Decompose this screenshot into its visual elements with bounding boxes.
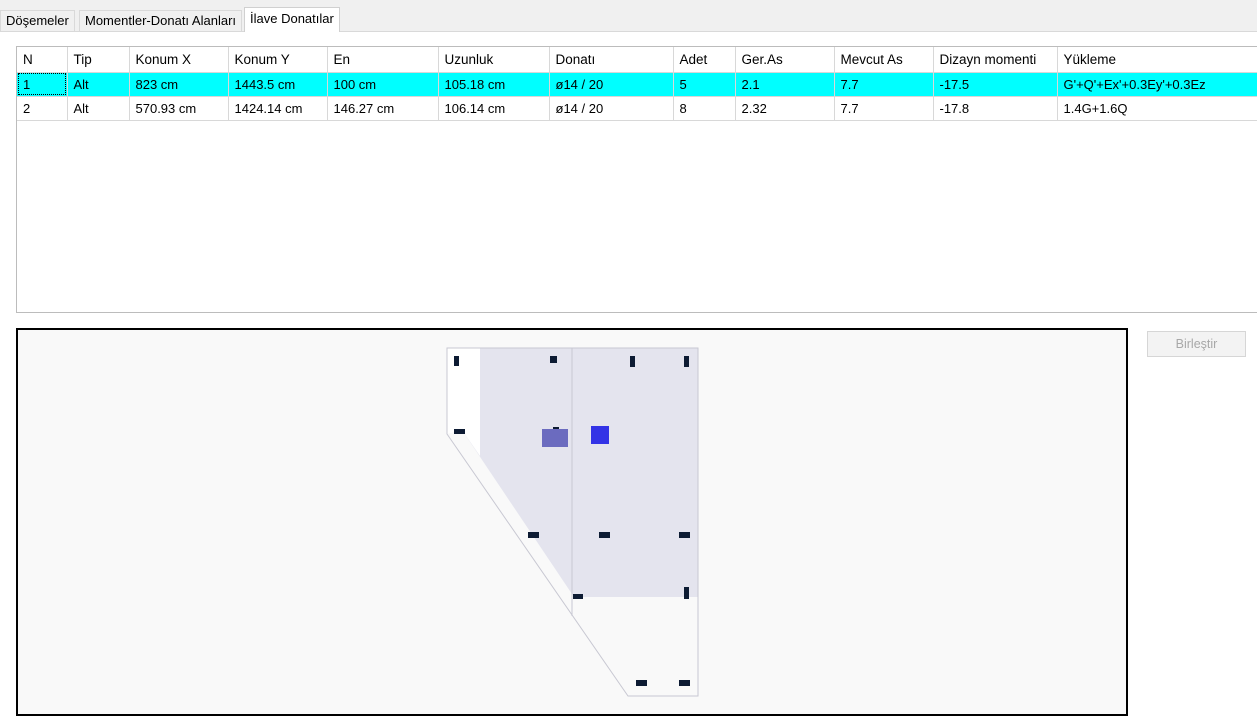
tab-momentler-donati-alanlari[interactable]: Momentler-Donatı Alanları: [79, 10, 243, 31]
table-header-row: N Tip Konum X Konum Y En Uzunluk Donatı …: [17, 47, 1257, 73]
cell-yukleme[interactable]: 1.4G+1.6Q: [1057, 96, 1257, 121]
cell-mevcut-as[interactable]: 7.7: [834, 72, 934, 97]
cell-dizayn-momenti[interactable]: -17.5: [933, 72, 1058, 97]
column: [454, 356, 459, 366]
column-header-dizayn-momenti[interactable]: Dizayn momenti: [933, 47, 1058, 73]
cell-konum-x[interactable]: 823 cm: [129, 72, 229, 97]
column-header-ger-as[interactable]: Ger.As: [735, 47, 835, 73]
tab-ilave-donatilar[interactable]: İlave Donatılar: [244, 7, 340, 32]
tab-strip: Döşemeler Momentler-Donatı Alanları İlav…: [0, 0, 1257, 32]
cell-uzunluk[interactable]: 106.14 cm: [438, 96, 550, 121]
cell-donati[interactable]: ø14 / 20: [549, 96, 674, 121]
column: [630, 356, 635, 367]
cell-tip[interactable]: Alt: [67, 96, 130, 121]
cell-konum-y[interactable]: 1424.14 cm: [228, 96, 328, 121]
cell-yukleme[interactable]: G'+Q'+Ex'+0.3Ey'+0.3Ez: [1057, 72, 1257, 97]
slab-region[interactable]: [462, 348, 698, 597]
cell-mevcut-as[interactable]: 7.7: [834, 96, 934, 121]
column-header-konum-x[interactable]: Konum X: [129, 47, 229, 73]
reinforcement-table: N Tip Konum X Konum Y En Uzunluk Donatı …: [17, 47, 1257, 121]
column-header-konum-y[interactable]: Konum Y: [228, 47, 328, 73]
rebar-area-1-selected[interactable]: [591, 426, 609, 444]
column-header-n[interactable]: N: [17, 47, 68, 73]
column: [679, 532, 690, 538]
cell-tip[interactable]: Alt: [67, 72, 130, 97]
column-header-donati[interactable]: Donatı: [549, 47, 674, 73]
slab-plan-svg[interactable]: [18, 330, 1126, 714]
cell-n[interactable]: 1: [17, 72, 68, 97]
cell-en[interactable]: 146.27 cm: [327, 96, 439, 121]
cell-ger-as[interactable]: 2.32: [735, 96, 835, 121]
reinforcement-table-panel: N Tip Konum X Konum Y En Uzunluk Donatı …: [16, 46, 1257, 313]
column-header-tip[interactable]: Tip: [67, 47, 130, 73]
cell-konum-x[interactable]: 570.93 cm: [129, 96, 229, 121]
cell-adet[interactable]: 8: [673, 96, 736, 121]
column-header-uzunluk[interactable]: Uzunluk: [438, 47, 550, 73]
cell-n[interactable]: 2: [17, 96, 68, 121]
slab-edge-strip: [447, 348, 480, 456]
cell-donati[interactable]: ø14 / 20: [549, 72, 674, 97]
cell-uzunluk[interactable]: 105.18 cm: [438, 72, 550, 97]
column-header-yukleme[interactable]: Yükleme: [1057, 47, 1257, 73]
cell-ger-as[interactable]: 2.1: [735, 72, 835, 97]
column: [528, 532, 539, 538]
column-header-en[interactable]: En: [327, 47, 439, 73]
cell-konum-y[interactable]: 1443.5 cm: [228, 72, 328, 97]
cell-dizayn-momenti[interactable]: -17.8: [933, 96, 1058, 121]
column: [550, 356, 557, 363]
column: [684, 356, 689, 367]
column: [636, 680, 647, 686]
cell-en[interactable]: 100 cm: [327, 72, 439, 97]
cell-adet[interactable]: 5: [673, 72, 736, 97]
column: [454, 429, 465, 434]
column-header-adet[interactable]: Adet: [673, 47, 736, 73]
column: [599, 532, 610, 538]
rebar-area-2[interactable]: [542, 429, 568, 447]
table-row[interactable]: 1 Alt 823 cm 1443.5 cm 100 cm 105.18 cm …: [17, 72, 1257, 97]
column: [573, 594, 583, 599]
slab-drawing-canvas[interactable]: [16, 328, 1128, 716]
tab-dosemeler[interactable]: Döşemeler: [0, 10, 75, 31]
column-header-mevcut-as[interactable]: Mevcut As: [834, 47, 934, 73]
merge-button[interactable]: Birleştir: [1147, 331, 1246, 357]
table-row[interactable]: 2 Alt 570.93 cm 1424.14 cm 146.27 cm 106…: [17, 96, 1257, 121]
column: [684, 587, 689, 599]
column: [679, 680, 690, 686]
